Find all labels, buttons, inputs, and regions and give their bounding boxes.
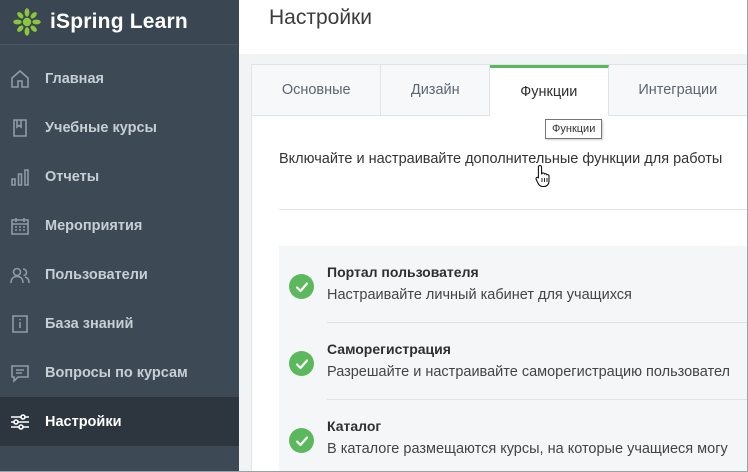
info-book-icon <box>8 312 32 336</box>
sidebar-nav: Главная Учебные курсы Отчеты Мероприятия… <box>0 54 239 446</box>
logo[interactable]: iSpring Learn <box>0 0 239 44</box>
check-circle-icon <box>289 428 314 453</box>
tab-design[interactable]: Дизайн <box>381 65 491 115</box>
chat-icon <box>8 361 32 385</box>
tab-integrations[interactable]: Интеграции <box>608 65 748 115</box>
users-icon <box>8 263 32 287</box>
logo-divider <box>0 44 239 45</box>
feature-self-registration[interactable]: Саморегистрация Разрешайте и настраивайт… <box>279 323 748 400</box>
sidebar-item-label: Мероприятия <box>45 217 143 234</box>
ispring-logo-icon <box>13 8 41 36</box>
sidebar-item-reports[interactable]: Отчеты <box>0 152 239 201</box>
calendar-icon <box>8 214 32 238</box>
feature-description: Настраивайте личный кабинет для учащихся <box>327 287 632 303</box>
sidebar-item-events[interactable]: Мероприятия <box>0 201 239 250</box>
settings-tabs: Основные Дизайн Функции Интеграции <box>252 65 748 116</box>
feature-title: Каталог <box>327 418 382 434</box>
feature-title: Саморегистрация <box>327 341 451 357</box>
check-circle-icon <box>289 274 314 299</box>
feature-title: Портал пользователя <box>327 264 479 280</box>
sidebar-item-home[interactable]: Главная <box>0 54 239 103</box>
sidebar-item-label: База знаний <box>45 315 134 332</box>
tab-tooltip: Функции <box>545 119 603 139</box>
bar-chart-icon <box>8 165 32 189</box>
home-icon <box>8 67 32 91</box>
sidebar: iSpring Learn Главная Учебные курсы Отче… <box>0 0 239 472</box>
intro-text: Включайте и настраивайте дополнительные … <box>279 151 723 167</box>
book-icon <box>8 116 32 140</box>
tab-features[interactable]: Функции <box>490 65 609 116</box>
content-divider <box>279 209 748 210</box>
check-circle-icon <box>289 351 314 376</box>
main-area: Настройки Основные Дизайн Функции Интегр… <box>239 0 748 472</box>
sidebar-item-courses[interactable]: Учебные курсы <box>0 103 239 152</box>
sidebar-item-label: Вопросы по курсам <box>45 364 188 381</box>
sidebar-item-course-questions[interactable]: Вопросы по курсам <box>0 348 239 397</box>
feature-description: Разрешайте и настраивайте саморегистраци… <box>327 364 730 380</box>
sidebar-item-knowledge-base[interactable]: База знаний <box>0 299 239 348</box>
settings-card: Основные Дизайн Функции Интеграции Включ… <box>251 64 748 472</box>
sidebar-item-label: Настройки <box>45 413 122 430</box>
page-header: Настройки <box>239 0 748 54</box>
sidebar-item-label: Главная <box>45 70 104 87</box>
feature-description: В каталоге размещаются курсы, на которые… <box>327 441 728 457</box>
hand-cursor-icon <box>535 164 550 188</box>
sliders-icon <box>8 410 32 434</box>
sidebar-item-label: Отчеты <box>45 168 100 185</box>
features-list: Портал пользователя Настраивайте личный … <box>279 246 748 472</box>
sidebar-item-label: Пользователи <box>45 266 148 283</box>
logo-text: iSpring Learn <box>50 10 188 33</box>
sidebar-item-users[interactable]: Пользователи <box>0 250 239 299</box>
tab-general[interactable]: Основные <box>252 65 382 115</box>
page-title: Настройки <box>269 6 372 29</box>
feature-catalog[interactable]: Каталог В каталоге размещаются курсы, на… <box>279 400 748 472</box>
feature-user-portal[interactable]: Портал пользователя Настраивайте личный … <box>279 246 748 323</box>
sidebar-item-label: Учебные курсы <box>45 119 157 136</box>
sidebar-item-settings[interactable]: Настройки <box>0 397 239 446</box>
